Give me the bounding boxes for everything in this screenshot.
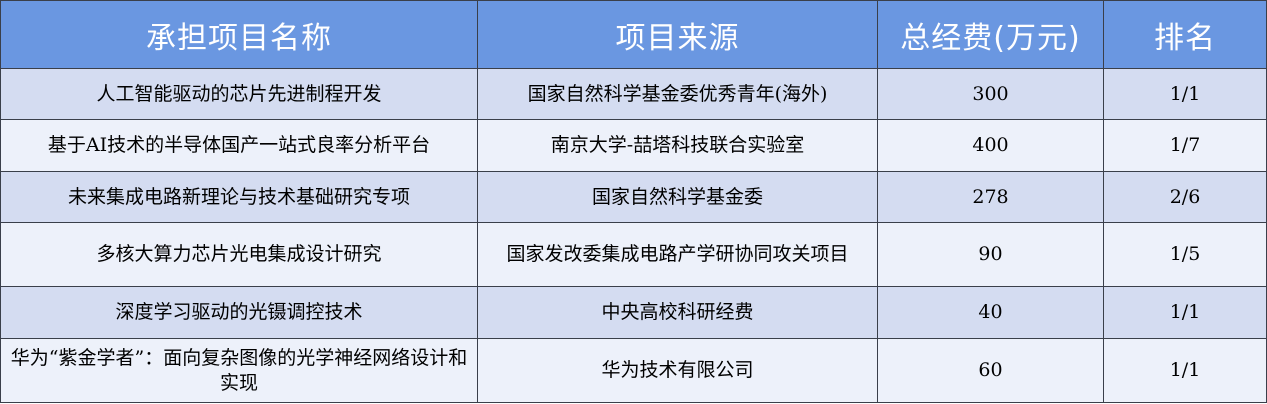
cell-project-name: 人工智能驱动的芯片先进制程开发 xyxy=(0,68,478,120)
cell-total-funding: 90 xyxy=(877,222,1104,287)
header-rank: 排名 xyxy=(1103,0,1267,69)
cell-rank: 1/1 xyxy=(1103,338,1267,403)
cell-project-source: 中央高校科研经费 xyxy=(477,286,878,339)
cell-rank: 1/7 xyxy=(1103,119,1267,172)
table-row: 人工智能驱动的芯片先进制程开发 国家自然科学基金委优秀青年(海外) 300 1/… xyxy=(0,68,1267,120)
cell-project-name: 未来集成电路新理论与技术基础研究专项 xyxy=(0,171,478,223)
cell-project-name: 华为“紫金学者”：面向复杂图像的光学神经网络设计和实现 xyxy=(0,338,478,403)
cell-project-name: 多核大算力芯片光电集成设计研究 xyxy=(0,222,478,287)
cell-total-funding: 278 xyxy=(877,171,1104,223)
table-row: 未来集成电路新理论与技术基础研究专项 国家自然科学基金委 278 2/6 xyxy=(0,171,1267,223)
header-total-funding: 总经费(万元) xyxy=(877,0,1104,69)
cell-rank: 1/5 xyxy=(1103,222,1267,287)
cell-rank: 2/6 xyxy=(1103,171,1267,223)
table-row: 多核大算力芯片光电集成设计研究 国家发改委集成电路产学研协同攻关项目 90 1/… xyxy=(0,222,1267,287)
header-project-source: 项目来源 xyxy=(477,0,878,69)
cell-project-source: 南京大学-喆塔科技联合实验室 xyxy=(477,119,878,172)
cell-project-source: 国家自然科学基金委 xyxy=(477,171,878,223)
cell-total-funding: 60 xyxy=(877,338,1104,403)
cell-total-funding: 300 xyxy=(877,68,1104,120)
cell-total-funding: 40 xyxy=(877,286,1104,339)
cell-project-name: 基于AI技术的半导体国产一站式良率分析平台 xyxy=(0,119,478,172)
projects-table: 承担项目名称 项目来源 总经费(万元) 排名 人工智能驱动的芯片先进制程开发 国… xyxy=(0,0,1267,403)
cell-project-source: 国家发改委集成电路产学研协同攻关项目 xyxy=(477,222,878,287)
header-row: 承担项目名称 项目来源 总经费(万元) 排名 xyxy=(0,0,1267,69)
table-row: 深度学习驱动的光镊调控技术 中央高校科研经费 40 1/1 xyxy=(0,286,1267,339)
cell-project-source: 国家自然科学基金委优秀青年(海外) xyxy=(477,68,878,120)
cell-total-funding: 400 xyxy=(877,119,1104,172)
cell-rank: 1/1 xyxy=(1103,68,1267,120)
table-row: 基于AI技术的半导体国产一站式良率分析平台 南京大学-喆塔科技联合实验室 400… xyxy=(0,119,1267,172)
cell-rank: 1/1 xyxy=(1103,286,1267,339)
table-row: 华为“紫金学者”：面向复杂图像的光学神经网络设计和实现 华为技术有限公司 60 … xyxy=(0,338,1267,403)
cell-project-source: 华为技术有限公司 xyxy=(477,338,878,403)
cell-project-name: 深度学习驱动的光镊调控技术 xyxy=(0,286,478,339)
header-project-name: 承担项目名称 xyxy=(0,0,478,69)
